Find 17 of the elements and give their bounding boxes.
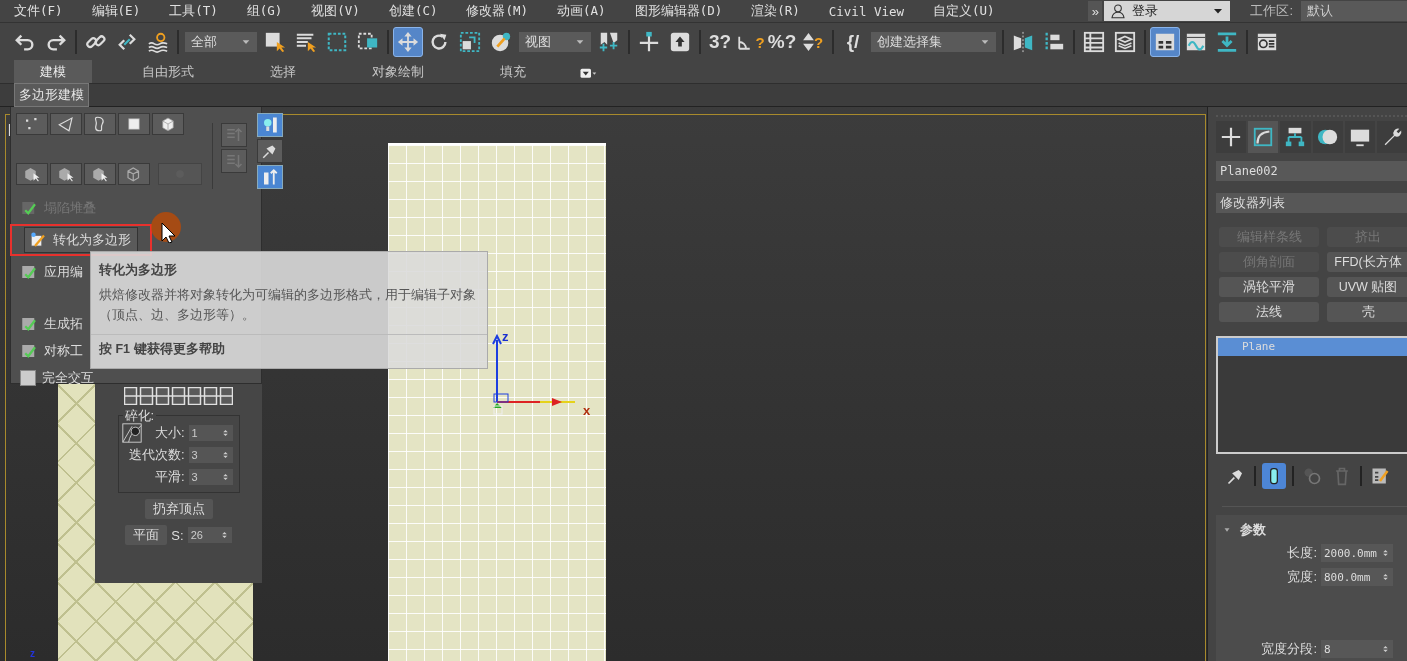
field-label: 大小: [154, 424, 185, 442]
field-label: 宽度分段: [1261, 640, 1317, 658]
tooltip-text: 烘焙修改器并将对象转化为可编辑的多边形格式，用于编辑子对象（顶点、边、多边形等）。 [98, 287, 477, 324]
checkbox-label: 完全交互 [42, 369, 94, 387]
corner-axis-label: z [30, 648, 35, 659]
field-label: S: [171, 527, 184, 543]
axis-label: z [502, 329, 509, 344]
field-label: 宽度: [1287, 568, 1317, 586]
rollout-title: 参数 [1240, 521, 1266, 539]
field-label: 平滑: [154, 468, 185, 486]
field-label: 长度: [1287, 544, 1317, 562]
axis-label: x [583, 403, 591, 418]
workspace-label: 工作区: [1250, 2, 1293, 20]
tooltip-title: 转化为多边形 [98, 262, 178, 279]
tooltip-help: 按 F1 键获得更多帮助 [91, 334, 487, 368]
field-label: 迭代次数: [128, 446, 185, 464]
group-label: 碎化: [122, 407, 157, 425]
